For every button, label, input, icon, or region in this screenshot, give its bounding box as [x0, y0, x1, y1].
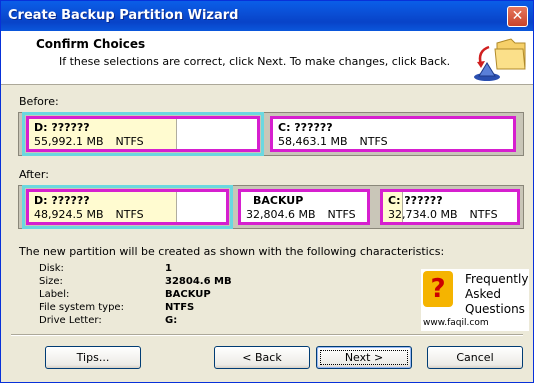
- partition-info: 58,463.1 MB NTFS: [278, 135, 388, 148]
- partition-size: 32,804.6 MB: [246, 208, 316, 221]
- partition-fs: NTFS: [115, 208, 144, 221]
- wizard-header: Confirm Choices If these selections are …: [1, 31, 533, 85]
- faq-url: www.faqil.com: [423, 318, 489, 328]
- after-partition-d[interactable]: D: ?????? 48,924.5 MB NTFS: [22, 185, 233, 229]
- char-value: NTFS: [165, 302, 195, 313]
- partition-size: 48,924.5 MB: [34, 208, 104, 221]
- partition-name: D: ??????: [34, 194, 90, 207]
- after-partition-c[interactable]: C: ?????? 32,734.0 MB NTFS: [380, 189, 520, 225]
- tips-button[interactable]: Tips...: [45, 346, 141, 369]
- partition-name: C: ??????: [388, 194, 443, 207]
- char-key: Disk:: [39, 263, 64, 274]
- title-bar[interactable]: Create Backup Partition Wizard ✕: [1, 1, 533, 31]
- wizard-window: Create Backup Partition Wizard ✕ Confirm…: [0, 0, 534, 383]
- back-button[interactable]: < Back: [214, 346, 310, 369]
- before-label: Before:: [19, 95, 59, 108]
- cancel-button[interactable]: Cancel: [427, 346, 523, 369]
- partition-fs: NTFS: [359, 135, 388, 148]
- char-value: G:: [165, 315, 178, 326]
- partition-fs: NTFS: [469, 208, 498, 221]
- partition-name: C: ??????: [278, 121, 333, 134]
- faq-watermark: ? Frequently Asked Questions www.faqil.c…: [421, 269, 529, 331]
- partition-info: 32,804.6 MB NTFS: [246, 208, 356, 221]
- window-title: Create Backup Partition Wizard: [8, 8, 239, 23]
- before-partition-d[interactable]: D: ?????? 55,992.1 MB NTFS: [22, 112, 264, 156]
- before-partition-c[interactable]: C: ?????? 58,463.1 MB NTFS: [270, 116, 516, 152]
- question-mark-icon: ?: [423, 271, 453, 307]
- next-button[interactable]: Next >: [316, 346, 412, 369]
- partition-info: 32,734.0 MB NTFS: [388, 208, 498, 221]
- partition-fs: NTFS: [115, 135, 144, 148]
- partition-info: 55,992.1 MB NTFS: [34, 135, 144, 148]
- partition-fs: NTFS: [327, 208, 356, 221]
- partition-size: 58,463.1 MB: [278, 135, 348, 148]
- footer-divider: [11, 334, 523, 336]
- faq-text: Frequently Asked Questions: [465, 272, 528, 317]
- char-value: 32804.6 MB: [165, 276, 232, 287]
- faq-line: Frequently: [465, 272, 529, 286]
- characteristics-intro: The new partition will be created as sho…: [19, 245, 445, 258]
- page-subtitle: If these selections are correct, click N…: [59, 55, 451, 68]
- after-partition-backup[interactable]: BACKUP 32,804.6 MB NTFS: [238, 189, 370, 225]
- partition-name: D: ??????: [34, 121, 90, 134]
- after-disk-bar: D: ?????? 48,924.5 MB NTFS BACKUP 32,804.…: [18, 185, 524, 229]
- char-key: File system type:: [39, 302, 124, 313]
- partition-info: 48,924.5 MB NTFS: [34, 208, 144, 221]
- char-key: Size:: [39, 276, 63, 287]
- before-disk-bar: D: ?????? 55,992.1 MB NTFS C: ?????? 58,4…: [18, 112, 524, 156]
- char-value: BACKUP: [165, 289, 211, 300]
- faq-line: Questions: [465, 302, 525, 316]
- folder-backup-icon: [474, 38, 526, 81]
- char-key: Drive Letter:: [39, 315, 102, 326]
- char-key: Label:: [39, 289, 70, 300]
- page-title: Confirm Choices: [36, 37, 146, 51]
- partition-size: 32,734.0 MB: [388, 208, 458, 221]
- partition-size: 55,992.1 MB: [34, 135, 104, 148]
- partition-name: BACKUP: [253, 194, 304, 207]
- faq-line: Asked: [465, 287, 501, 301]
- char-value: 1: [165, 263, 172, 274]
- after-label: After:: [19, 168, 49, 181]
- close-button[interactable]: ✕: [507, 6, 528, 27]
